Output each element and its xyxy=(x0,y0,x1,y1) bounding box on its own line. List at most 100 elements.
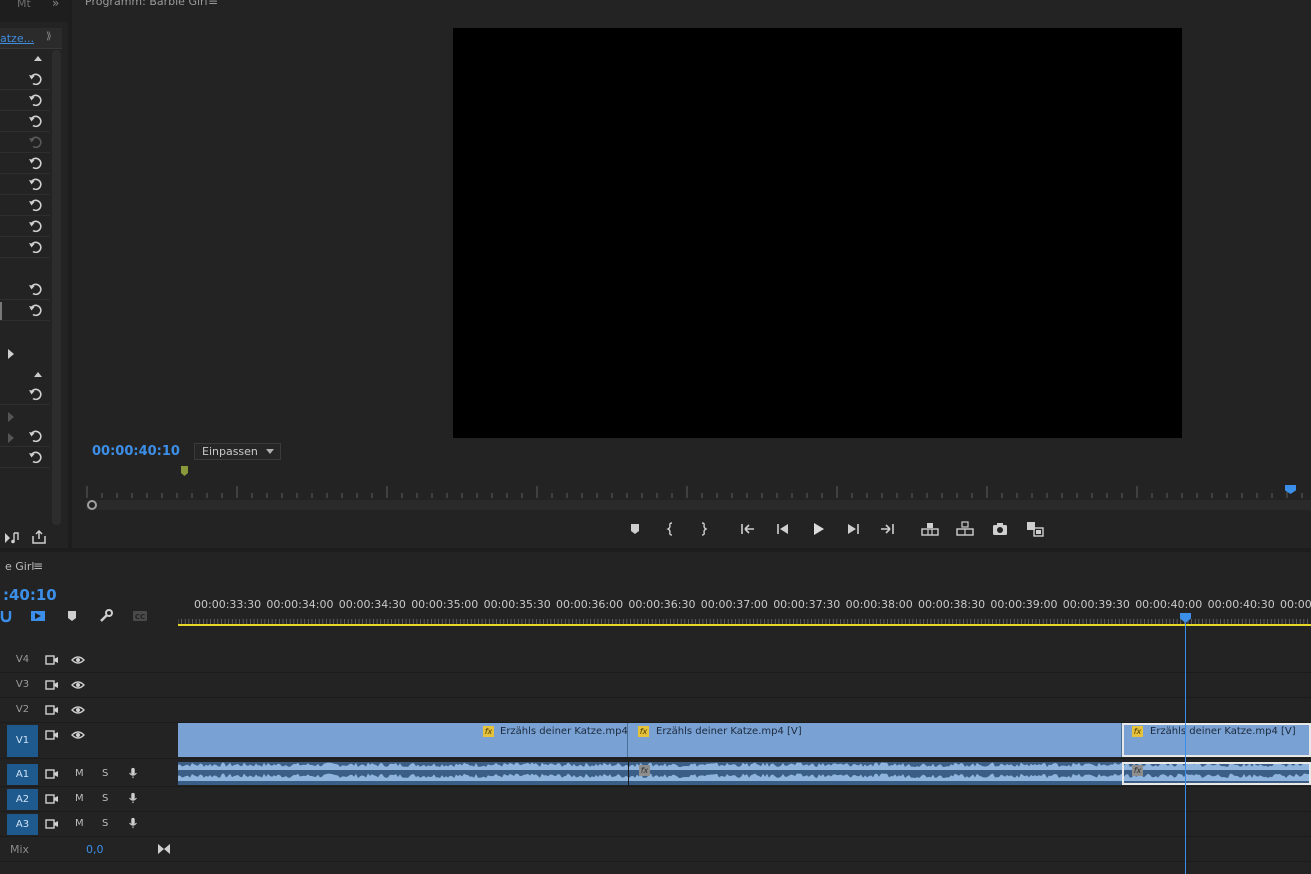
clip-nav-icon[interactable]: ⟫ xyxy=(46,31,52,42)
more-panels-icon[interactable]: » xyxy=(52,0,59,10)
video-clip[interactable]: fx Erzähls deiner Katze.mp4 [V] xyxy=(628,723,1122,757)
go-to-in-icon[interactable] xyxy=(739,520,757,538)
camera-icon[interactable] xyxy=(991,520,1009,538)
add-marker-icon[interactable] xyxy=(64,609,80,623)
reset-parameter-icon[interactable] xyxy=(28,177,42,191)
audio-clip-selected[interactable]: fx xyxy=(1122,762,1311,785)
reset-parameter-icon[interactable] xyxy=(28,387,42,401)
track-v3[interactable] xyxy=(178,673,1311,698)
eye-icon[interactable] xyxy=(71,704,85,716)
eye-icon[interactable] xyxy=(71,679,85,691)
track-v2[interactable] xyxy=(178,698,1311,723)
wrench-icon[interactable] xyxy=(98,609,114,623)
monitor-time-ruler[interactable] xyxy=(86,484,1311,500)
play-icon[interactable] xyxy=(809,520,827,538)
in-point-marker[interactable] xyxy=(181,466,188,476)
track-a3[interactable] xyxy=(178,812,1311,837)
expand-arrow-icon[interactable] xyxy=(8,433,14,443)
audio-clip[interactable] xyxy=(178,762,628,785)
reset-parameter-icon[interactable] xyxy=(28,156,42,170)
scroll-up-icon[interactable] xyxy=(34,56,42,61)
mute-button[interactable]: M xyxy=(75,768,84,779)
reset-parameter-icon[interactable] xyxy=(28,114,42,128)
sync-lock-icon[interactable] xyxy=(45,654,59,666)
track-v1[interactable]: fx Erzähls deiner Katze.mp4 [V] fx Erzäh… xyxy=(178,723,1311,759)
reset-parameter-icon[interactable] xyxy=(28,240,42,254)
step-forward-icon[interactable] xyxy=(844,520,862,538)
scroll-up-icon[interactable] xyxy=(34,372,42,377)
track-a1[interactable]: fx fx xyxy=(178,762,1311,787)
step-back-icon[interactable] xyxy=(774,520,792,538)
extract-icon[interactable] xyxy=(956,520,974,538)
video-clip-selected[interactable]: fx Erzähls deiner Katze.mp4 [V] xyxy=(1122,723,1311,757)
captions-icon[interactable]: CC xyxy=(132,609,148,623)
timeline-timecode[interactable]: :40:10 xyxy=(3,586,57,604)
timeline-time-ruler[interactable]: 00:00:33:30 00:00:34:00 00:00:34:30 00:00:3… xyxy=(178,596,1311,626)
reset-parameter-icon[interactable] xyxy=(28,72,42,86)
playhead-timecode[interactable]: 00:00:40:10 xyxy=(92,444,180,459)
track-a2[interactable] xyxy=(178,787,1311,812)
monitor-zoom-scrollbar[interactable] xyxy=(86,500,1311,510)
sync-lock-icon[interactable] xyxy=(45,818,59,830)
value-field-edge[interactable] xyxy=(0,302,2,320)
reset-parameter-icon[interactable] xyxy=(28,93,42,107)
microphone-icon[interactable] xyxy=(126,767,140,779)
expand-arrow-icon[interactable] xyxy=(8,412,14,422)
zoom-handle[interactable] xyxy=(87,500,97,510)
reset-parameter-icon[interactable] xyxy=(28,429,42,443)
sync-lock-icon[interactable] xyxy=(45,768,59,780)
mute-button[interactable]: M xyxy=(75,793,84,804)
reset-parameter-icon[interactable] xyxy=(28,450,42,464)
bowtie-icon[interactable] xyxy=(157,843,171,855)
zoom-fit-dropdown[interactable]: Einpassen xyxy=(194,443,281,460)
clip-name-link[interactable]: atze... xyxy=(0,32,34,45)
track-v4[interactable] xyxy=(178,648,1311,673)
audio-clip-icon[interactable] xyxy=(4,531,20,545)
reset-parameter-icon[interactable] xyxy=(28,303,42,317)
linked-selection-icon[interactable] xyxy=(30,609,46,623)
mark-out-icon[interactable] xyxy=(694,520,712,538)
mark-in-icon[interactable] xyxy=(662,520,680,538)
track-mix[interactable] xyxy=(178,837,1311,862)
reset-parameter-icon[interactable] xyxy=(28,198,42,212)
panel-tab[interactable]: Mt xyxy=(17,0,31,10)
track-name-targeted[interactable]: V1 xyxy=(7,725,38,757)
snap-icon[interactable] xyxy=(0,609,16,623)
marker-icon[interactable] xyxy=(626,520,644,538)
timeline-tab-title[interactable]: e Girl xyxy=(5,560,34,573)
track-name[interactable]: V2 xyxy=(7,704,38,715)
reset-parameter-icon[interactable] xyxy=(28,135,42,149)
video-clip[interactable]: fx Erzähls deiner Katze.mp4 [V] xyxy=(178,723,646,757)
video-preview[interactable] xyxy=(453,28,1182,438)
solo-button[interactable]: S xyxy=(102,818,108,829)
track-name-targeted[interactable]: A3 xyxy=(7,814,38,835)
track-name-targeted[interactable]: A1 xyxy=(7,764,38,785)
track-name[interactable]: V3 xyxy=(7,679,38,690)
reset-parameter-icon[interactable] xyxy=(28,282,42,296)
sync-lock-icon[interactable] xyxy=(45,793,59,805)
export-icon[interactable] xyxy=(31,530,47,545)
effect-controls-scrollbar[interactable] xyxy=(52,50,61,525)
sync-lock-icon[interactable] xyxy=(45,729,59,741)
reset-parameter-icon[interactable] xyxy=(28,219,42,233)
track-name[interactable]: V4 xyxy=(7,654,38,665)
solo-button[interactable]: S xyxy=(102,768,108,779)
compare-view-icon[interactable] xyxy=(1026,520,1044,538)
track-name-targeted[interactable]: A2 xyxy=(7,789,38,810)
mix-volume-value[interactable]: 0,0 xyxy=(86,843,104,856)
microphone-icon[interactable] xyxy=(126,792,140,804)
panel-menu-icon[interactable]: ≡ xyxy=(33,559,43,573)
solo-button[interactable]: S xyxy=(102,793,108,804)
work-area-bar[interactable] xyxy=(178,624,1311,626)
sync-lock-icon[interactable] xyxy=(45,704,59,716)
lift-icon[interactable] xyxy=(921,520,939,538)
audio-clip[interactable]: fx xyxy=(628,762,1122,785)
eye-icon[interactable] xyxy=(71,729,85,741)
expand-arrow-icon[interactable] xyxy=(8,349,14,359)
go-to-out-icon[interactable] xyxy=(878,520,896,538)
panel-menu-icon[interactable]: ≡ xyxy=(208,0,218,8)
mute-button[interactable]: M xyxy=(75,818,84,829)
sync-lock-icon[interactable] xyxy=(45,679,59,691)
microphone-icon[interactable] xyxy=(126,817,140,829)
eye-icon[interactable] xyxy=(71,654,85,666)
